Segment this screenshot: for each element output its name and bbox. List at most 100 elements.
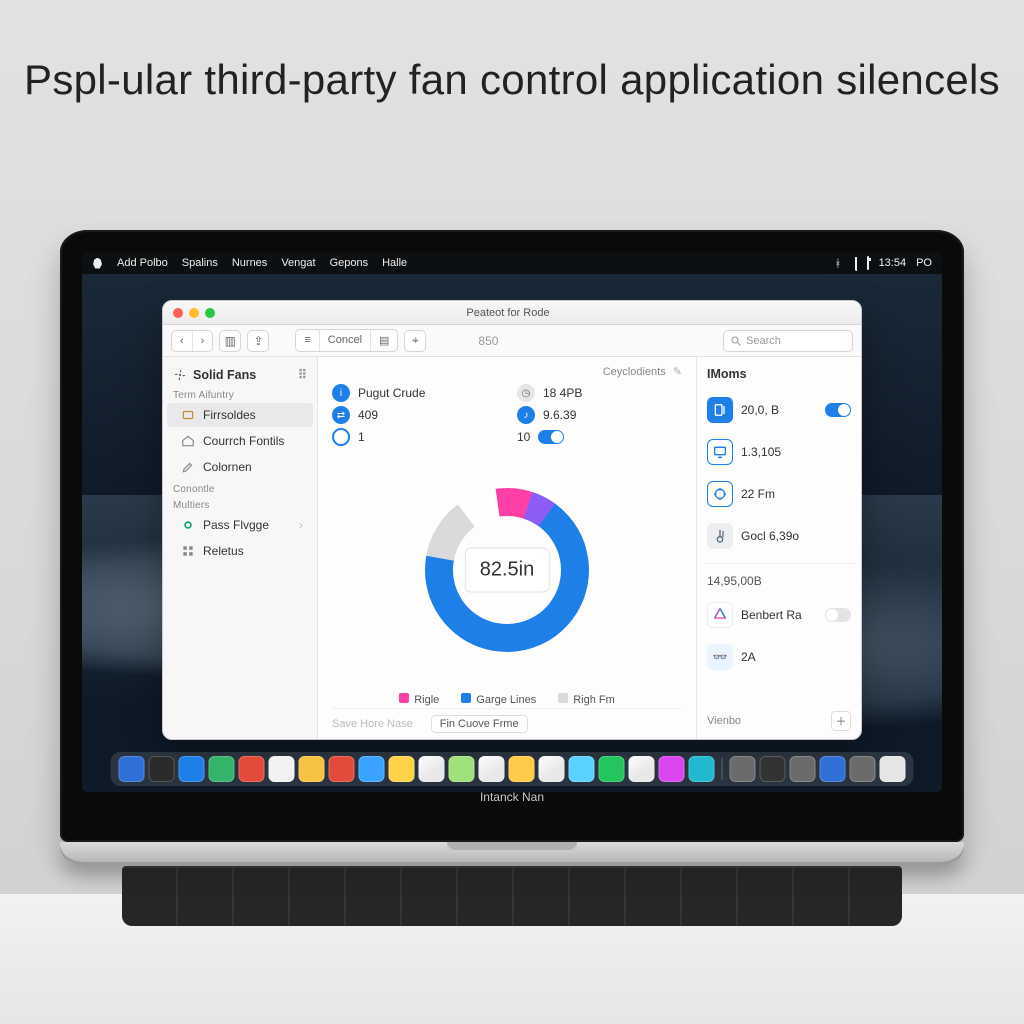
toolbar-number: 850 [478,330,498,352]
columns-view-icon[interactable]: ▤ [371,330,397,351]
list-view-icon[interactable]: ≡ [296,330,319,351]
nav-back-button[interactable]: ‹ [172,331,193,351]
page-headline: Pspl-ular third-party fan control applic… [0,54,1024,107]
toolbar-share-icon[interactable]: ⇪ [247,330,269,352]
battery-icon[interactable] [867,257,869,269]
curve-dropdown[interactable]: Fin Cuove Frme [431,715,528,733]
sidebar-item-controls[interactable]: Courrch Fontils [167,429,313,453]
panel-subtotal: 14,95,00B [707,570,851,594]
stat-row[interactable]: 1 [332,428,497,446]
extra-label: Benbert Ra [741,608,817,622]
sensor-row[interactable]: 20,0, B [707,389,851,431]
sensor-value: Gocl 6,39o [741,529,851,543]
sensor-value: 20,0, B [741,403,817,417]
main-content: Ceyclodients ✎ i Pugut Crude ◷ 18 4PB [318,357,696,739]
sidebar-item-label: Colornen [203,460,252,474]
dock-app-icon[interactable] [359,756,385,782]
sidebar-item-profiles[interactable]: Firrsoldes [167,403,313,427]
dock-app-icon[interactable] [299,756,325,782]
cancel-button[interactable]: Concel [320,330,371,351]
sidebar-item-pass[interactable]: Pass Flvgge › [167,513,313,537]
menubar-item[interactable]: Spalins [182,257,218,269]
ring-icon [181,518,195,532]
dock-app-icon[interactable] [730,756,756,782]
stat-value: 18 4PB [543,386,582,400]
dock-app-icon[interactable] [659,756,685,782]
keyboard [122,866,902,926]
dock-app-icon[interactable] [149,756,175,782]
sidebar-item-label: Reletus [203,544,244,558]
chart-legend: Rigle Garge Lines Righ Fm [332,687,682,708]
zoom-icon[interactable] [205,308,215,318]
stat-row: ◷ 18 4PB [517,384,682,402]
sensor-toggle[interactable] [825,403,851,417]
dock-app-icon[interactable] [689,756,715,782]
sensor-value: 22 Fm [741,487,851,501]
extra-row[interactable]: Benbert Ra [707,594,851,636]
stat-label: Pugut Crude [358,386,497,400]
sidebar-item-colors[interactable]: Colornen [167,455,313,479]
window-titlebar[interactable]: Peateot for Rode [163,301,861,325]
dock-app-icon[interactable] [269,756,295,782]
dock-app-icon[interactable] [329,756,355,782]
toolbar-tag-icon[interactable]: ⌖ [404,330,426,352]
dock-app-icon[interactable] [629,756,655,782]
nav-forward-button[interactable]: › [193,331,213,351]
sidebar-item-reletus[interactable]: Reletus [167,539,313,563]
toolbar-panel-icon[interactable]: ▥ [219,330,241,352]
dock-app-icon[interactable] [179,756,205,782]
sensor-row[interactable]: 1.3,105 [707,431,851,473]
extra-row[interactable]: 👓 2A [707,636,851,678]
target-icon [707,481,733,507]
close-icon[interactable] [173,308,183,318]
extra-toggle[interactable] [825,608,851,622]
stat-value: 10 [517,430,530,444]
panel-footer-label: Vienbo [707,715,741,727]
menubar-item[interactable]: Nurnes [232,257,267,269]
dock-app-icon[interactable] [760,756,786,782]
dock-app-icon[interactable] [449,756,475,782]
save-button[interactable]: Save Hore Nase [332,718,413,730]
sensor-row[interactable]: Gocl 6,39o [707,515,851,557]
menubar-item[interactable]: Gepons [330,257,369,269]
swap-icon: ⇄ [332,406,350,424]
stat-value: 9.6.39 [543,408,576,422]
add-sensor-button[interactable]: ＋ [831,711,851,731]
clock-icon: ◷ [517,384,535,402]
legend-label: Garge Lines [476,694,536,706]
search-input[interactable]: Search [723,330,853,352]
bluetooth-icon[interactable]: ᚼ [835,258,845,268]
dock-app-icon[interactable] [389,756,415,782]
dock-app-icon[interactable] [880,756,906,782]
menubar-item[interactable]: Halle [382,257,407,269]
dock-app-icon[interactable] [850,756,876,782]
sensor-row[interactable]: 22 Fm [707,473,851,515]
dock-app-icon[interactable] [419,756,445,782]
apple-menu-icon[interactable] [92,258,103,269]
dock-app-icon[interactable] [239,756,265,782]
wifi-icon[interactable] [855,257,857,269]
sensor-value: 1.3,105 [741,445,851,459]
dock-app-icon[interactable] [509,756,535,782]
minimize-icon[interactable] [189,308,199,318]
stat-row[interactable]: 10 [517,428,682,446]
toggle-switch[interactable] [538,430,564,444]
dock [111,752,914,786]
edit-icon[interactable]: ✎ [673,366,682,378]
dock-app-icon[interactable] [119,756,145,782]
dock-app-icon[interactable] [479,756,505,782]
sidebar-item-label: Pass Flvgge [203,518,269,532]
breadcrumb[interactable]: Ceyclodients [603,366,666,378]
dock-app-icon[interactable] [599,756,625,782]
sidebar-options-icon[interactable]: ⠿ [298,367,307,382]
dock-app-icon[interactable] [820,756,846,782]
dock-app-icon[interactable] [790,756,816,782]
menubar-item[interactable]: Vengat [281,257,315,269]
dock-app-icon[interactable] [539,756,565,782]
menubar-clock: 13:54 [879,257,907,269]
dock-app-icon[interactable] [569,756,595,782]
menubar-item[interactable]: Add Polbo [117,257,168,269]
stat-row: i Pugut Crude [332,384,497,402]
triangle-icon [707,602,733,628]
dock-app-icon[interactable] [209,756,235,782]
